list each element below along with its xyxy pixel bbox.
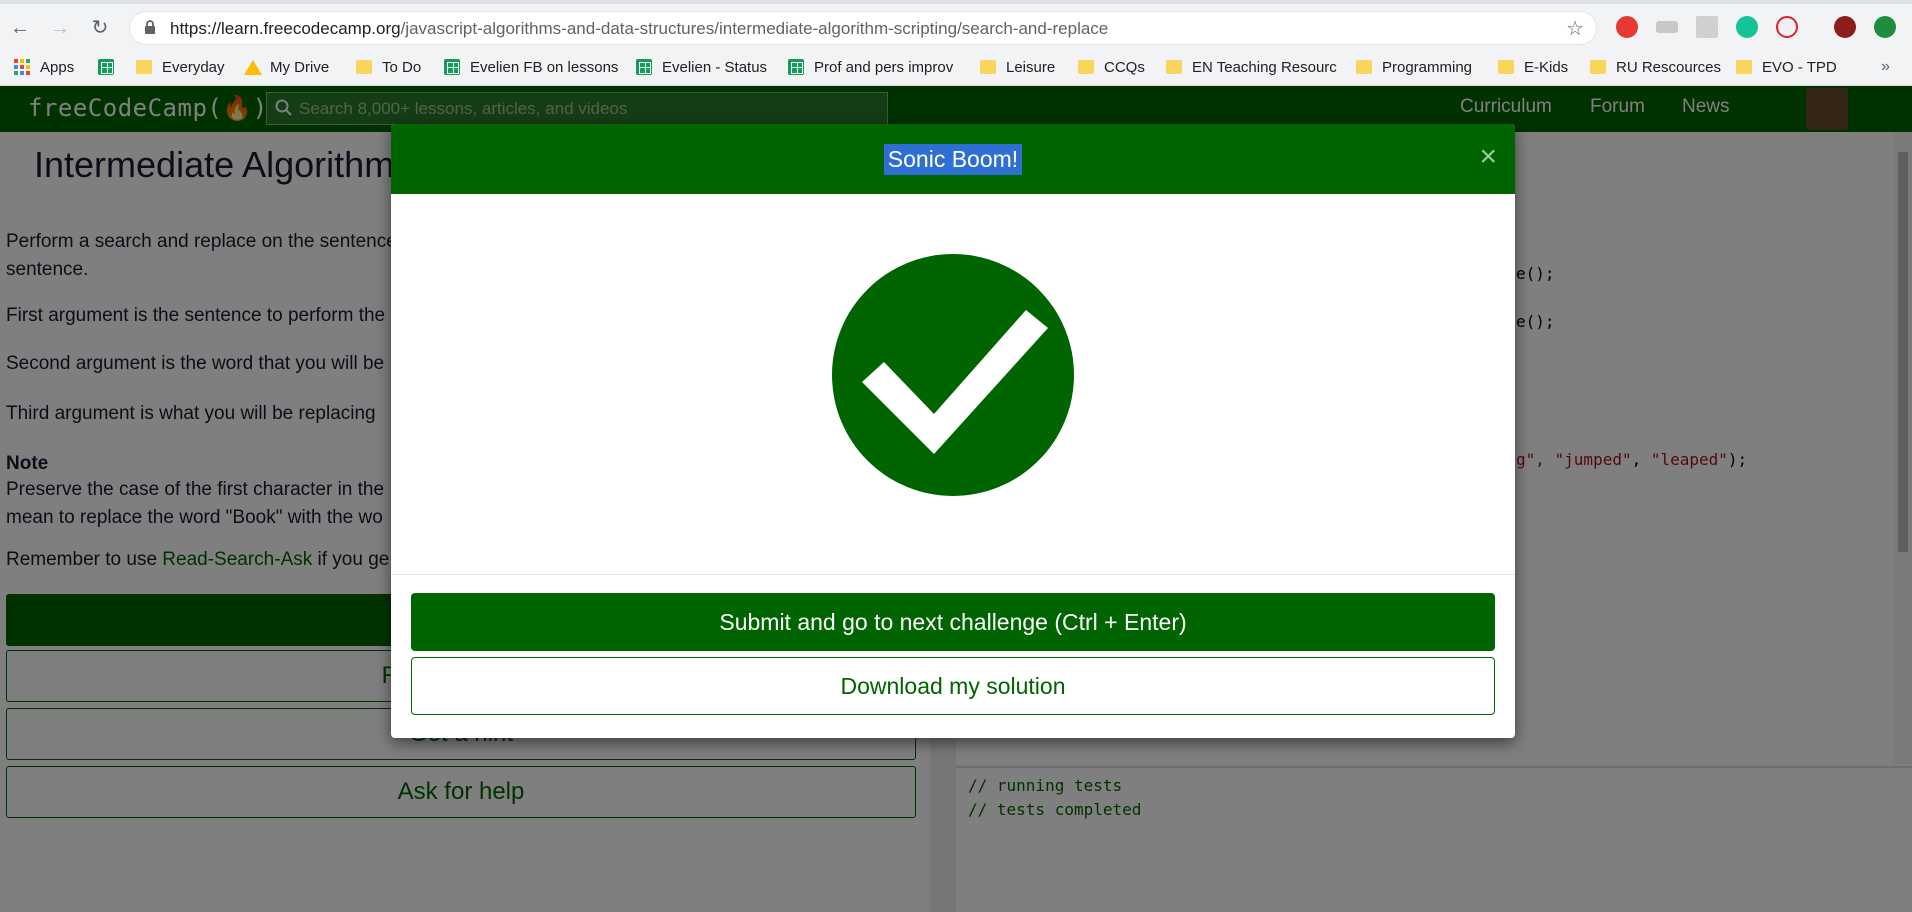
bookmark-evelien-status[interactable]: Evelien - Status: [636, 48, 767, 86]
bookmark-evelien-fb[interactable]: Evelien FB on lessons: [444, 48, 618, 86]
bookmark-to-do[interactable]: To Do: [356, 48, 421, 86]
sheets-icon: [788, 59, 804, 75]
bookmark-programming[interactable]: Programming: [1356, 48, 1472, 86]
bookmark-e-kids[interactable]: E-Kids: [1498, 48, 1568, 86]
modal-header: Sonic Boom! ×: [391, 124, 1515, 194]
folder-icon: [1590, 60, 1606, 74]
folder-icon: [1736, 60, 1752, 74]
folder-icon: [1166, 60, 1182, 74]
bookmark-evo-tpd[interactable]: EVO - TPD: [1736, 48, 1837, 86]
profile-avatar-icon[interactable]: [1834, 16, 1856, 38]
bookmark-en-teaching[interactable]: EN Teaching Resourc: [1166, 48, 1338, 86]
reload-icon[interactable]: ↻: [88, 16, 112, 40]
modal-footer: Submit and go to next challenge (Ctrl + …: [391, 574, 1515, 738]
lock-icon: [145, 20, 155, 34]
bookmark-star-icon[interactable]: ☆: [1566, 16, 1584, 41]
google-drive-icon: [244, 59, 262, 75]
folder-icon: [980, 60, 996, 74]
bookmark-prof-pers[interactable]: Prof and pers improv: [788, 48, 956, 86]
update-arrow-icon[interactable]: [1874, 16, 1896, 38]
download-solution-button[interactable]: Download my solution: [411, 657, 1495, 715]
modal-title: Sonic Boom!: [883, 143, 1023, 175]
success-modal: Sonic Boom! × Submit and go to next chal…: [391, 124, 1515, 738]
bookmark-item[interactable]: [98, 48, 124, 86]
sheets-icon: [636, 59, 652, 75]
folder-icon: [1356, 60, 1372, 74]
grammarly-icon[interactable]: [1736, 16, 1758, 38]
bookmark-everyday[interactable]: Everyday: [136, 48, 225, 86]
more-bookmarks-chevron-icon[interactable]: »: [1881, 58, 1890, 76]
address-bar[interactable]: https://learn.freecodecamp.org/javascrip…: [130, 12, 1596, 44]
apps-icon: [14, 59, 30, 75]
folder-icon: [1498, 60, 1514, 74]
submit-next-challenge-button[interactable]: Submit and go to next challenge (Ctrl + …: [411, 593, 1495, 651]
bookmark-my-drive[interactable]: My Drive: [244, 48, 329, 86]
bookmarks-bar: Apps Everyday My Drive To Do Evelien FB …: [0, 48, 1912, 86]
bookmark-ccqs[interactable]: CCQs: [1078, 48, 1145, 86]
bookmark-apps[interactable]: Apps: [14, 48, 74, 86]
browser-toolbar: ← → ↻ https://learn.freecodecamp.org/jav…: [0, 0, 1912, 48]
page: freeCodeCamp(🔥) Curriculum Forum News In…: [0, 86, 1912, 912]
back-arrow-icon[interactable]: ←: [8, 16, 32, 40]
bookmark-ru-rescources[interactable]: RU Rescources: [1590, 48, 1721, 86]
forward-arrow-icon[interactable]: →: [48, 16, 72, 40]
checkmark-circle-icon: [832, 254, 1074, 496]
url-text: https://learn.freecodecamp.org/javascrip…: [170, 19, 1109, 38]
extension-icon[interactable]: [1656, 21, 1678, 33]
pdf-extension-icon[interactable]: [1696, 16, 1718, 38]
close-icon[interactable]: ×: [1479, 142, 1497, 172]
folder-icon: [1078, 60, 1094, 74]
sheets-icon: [98, 59, 114, 75]
bookmark-leisure[interactable]: Leisure: [980, 48, 1055, 86]
folder-icon: [356, 60, 372, 74]
adblock-extension-icon[interactable]: [1616, 16, 1638, 38]
sheets-icon: [444, 59, 460, 75]
folder-icon: [136, 60, 152, 74]
translate-extension-icon[interactable]: [1776, 16, 1798, 38]
